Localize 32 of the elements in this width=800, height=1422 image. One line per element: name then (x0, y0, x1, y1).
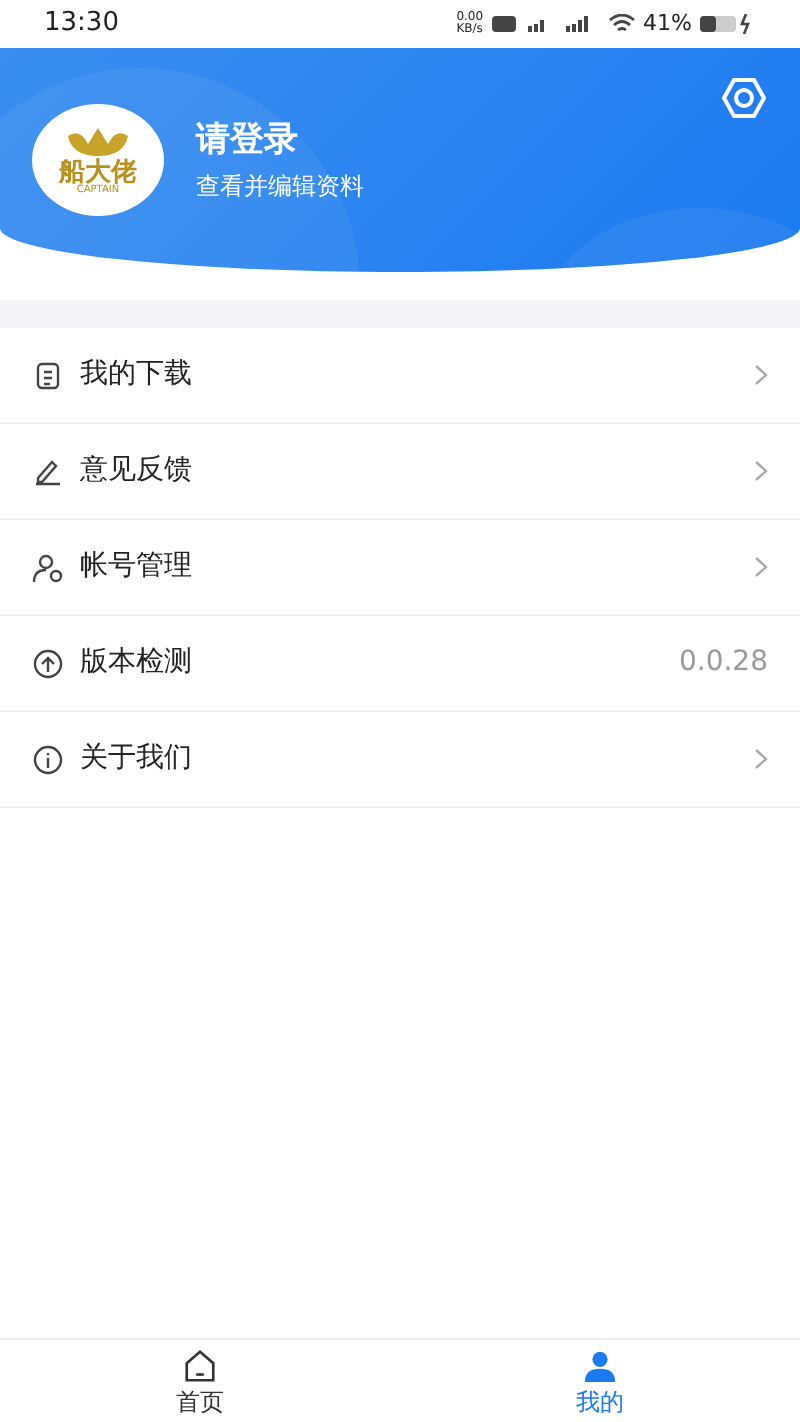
tab[interactable]: 首页 (0, 1340, 400, 1422)
pen-icon (32, 455, 64, 487)
settings-icon[interactable] (720, 76, 768, 120)
menu-label: 意见反馈 (80, 452, 192, 490)
menu-item[interactable]: 关于我们 (0, 712, 800, 808)
tab[interactable]: 我的 (400, 1340, 800, 1422)
login-subtitle: 查看并编辑资料 (196, 169, 364, 204)
menu-label: 帐号管理 (80, 548, 192, 586)
user-icon (32, 551, 64, 583)
menu-item[interactable]: 帐号管理 (0, 520, 800, 616)
battery-icon (700, 14, 756, 34)
menu-item[interactable]: 版本检测 0.0.28 (0, 616, 800, 712)
upload-icon (32, 647, 64, 679)
logo-text: 船大佬 (59, 160, 137, 186)
wifi-icon (607, 14, 636, 34)
version-text: 0.0.28 (678, 644, 768, 682)
menu-item[interactable]: 我的下载 (0, 328, 800, 424)
clipboard-icon (32, 359, 64, 391)
chevron-icon (754, 460, 768, 482)
chevron-icon (754, 556, 768, 578)
chevron-icon (754, 364, 768, 386)
person-icon (580, 1348, 620, 1384)
chevron-icon (754, 748, 768, 770)
menu-label: 关于我们 (80, 740, 192, 778)
menu-item[interactable]: 意见反馈 (0, 424, 800, 520)
menu-label: 版本检测 (80, 644, 192, 682)
home-icon (180, 1348, 220, 1384)
battery-percent: 41% (643, 7, 692, 40)
info-icon (32, 743, 64, 775)
status-time: 13:30 (44, 6, 119, 43)
menu-label: 我的下载 (80, 356, 192, 394)
crown-icon (64, 124, 132, 160)
